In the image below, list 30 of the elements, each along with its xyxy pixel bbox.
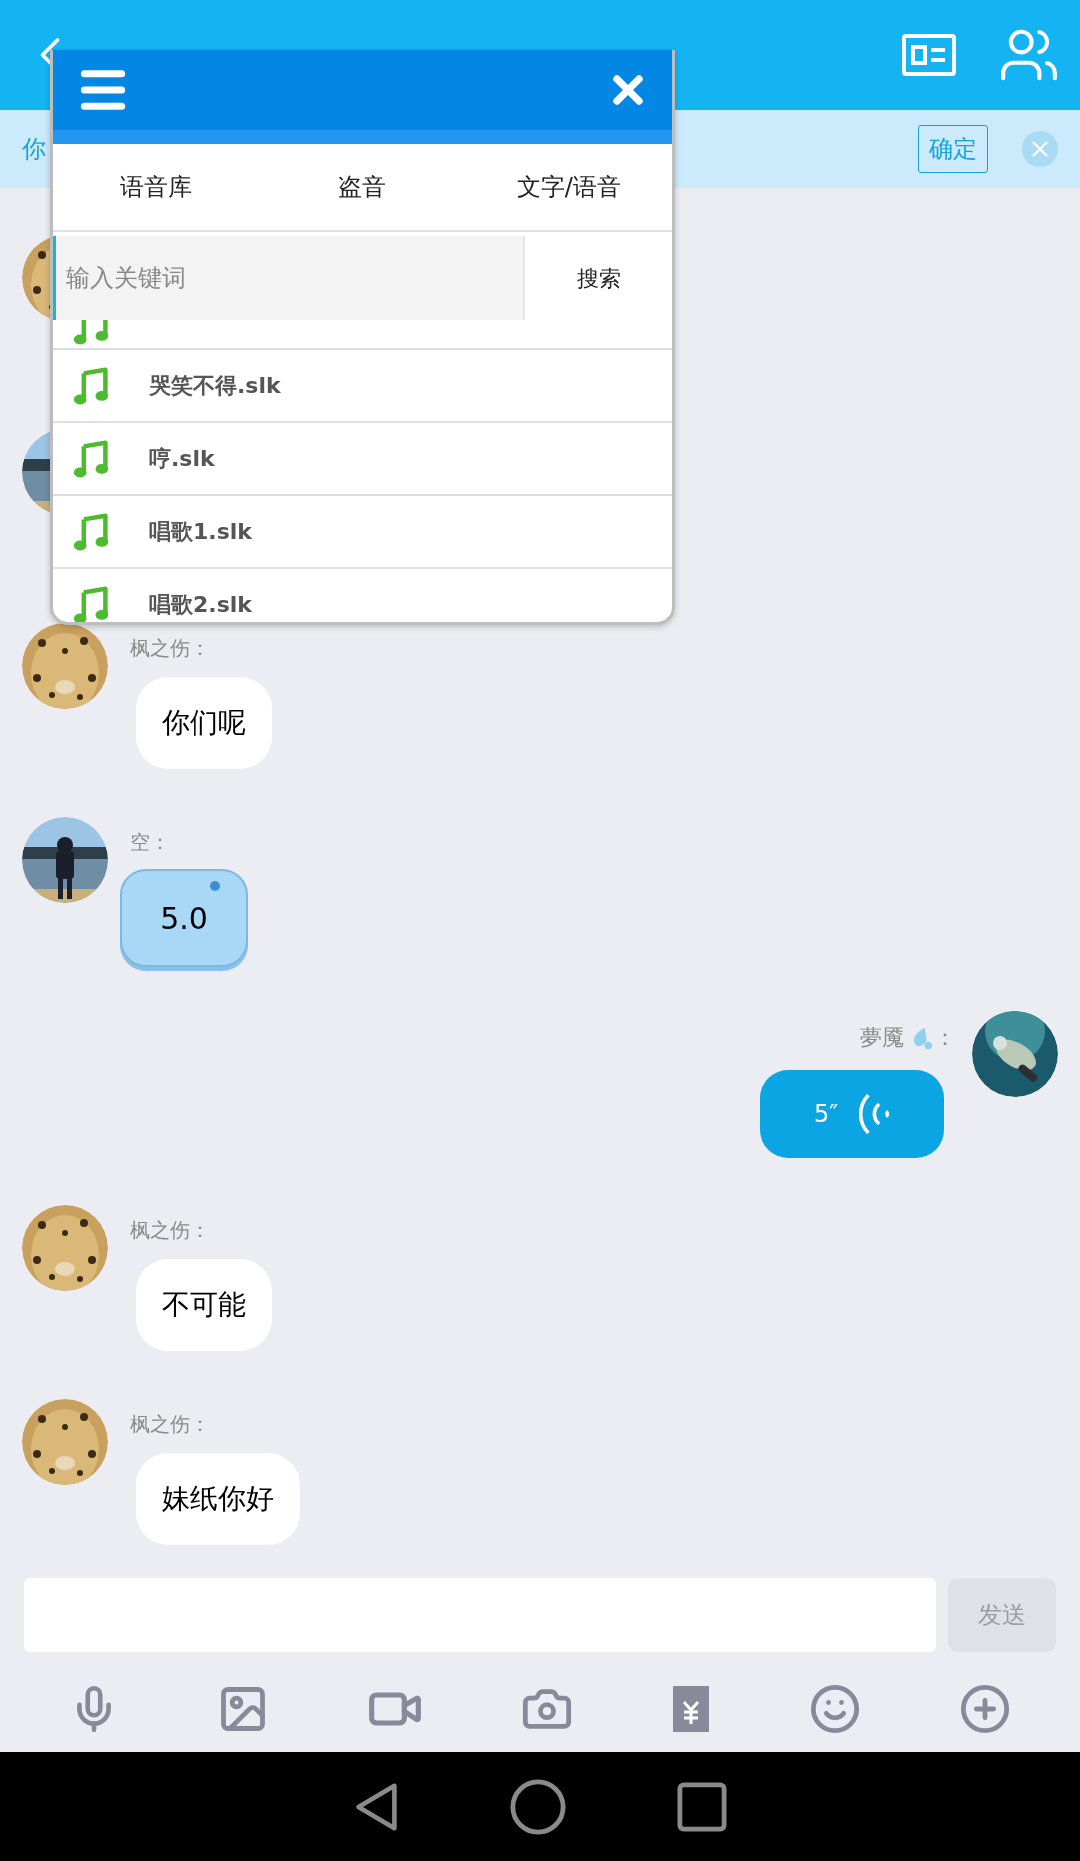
keyword-search-field[interactable]: 输入关键词 <box>53 236 523 320</box>
profile-card-icon[interactable] <box>902 34 956 76</box>
voice-file-item[interactable]: 哼.slk <box>53 423 672 496</box>
message-bubble: 不可能 <box>136 1259 272 1351</box>
emoji-icon[interactable] <box>809 1682 861 1735</box>
sender-name: 枫之伤： <box>130 1217 210 1244</box>
sender-name: 枫之伤： <box>130 635 210 662</box>
panel-tab[interactable]: 语音库 <box>53 144 260 230</box>
panel-tab[interactable]: 文字/语音 <box>465 144 672 230</box>
sender-colon: ： <box>934 1024 956 1052</box>
recents-square-icon[interactable] <box>677 1781 727 1832</box>
voice-file-item[interactable]: 唱歌1.slk <box>53 496 672 569</box>
plus-icon[interactable] <box>959 1682 1011 1735</box>
close-icon[interactable] <box>1022 131 1058 167</box>
panel-tab[interactable]: 盗音 <box>259 144 466 230</box>
home-circle-icon[interactable] <box>509 1777 567 1836</box>
message-bubble: 你们呢 <box>136 677 272 769</box>
notice-text: 你 <box>22 134 46 165</box>
music-note-icon <box>73 511 109 552</box>
message-bubble: 妹纸你好 <box>136 1453 300 1545</box>
sender-name: 枫之伤： <box>130 1411 210 1438</box>
sender-name: 空： <box>130 829 170 856</box>
music-note-icon <box>73 365 109 406</box>
music-note-icon <box>73 438 109 479</box>
envelope-icon[interactable] <box>671 1683 711 1734</box>
sender-name: 夢魇 <box>860 1024 904 1052</box>
voice-file-item[interactable]: 哭笑不得.slk <box>53 350 672 423</box>
music-note-icon <box>73 584 109 622</box>
search-button[interactable]: 搜索 <box>523 236 672 320</box>
voice-file-item[interactable]: 唱歌2.slk <box>53 569 672 622</box>
